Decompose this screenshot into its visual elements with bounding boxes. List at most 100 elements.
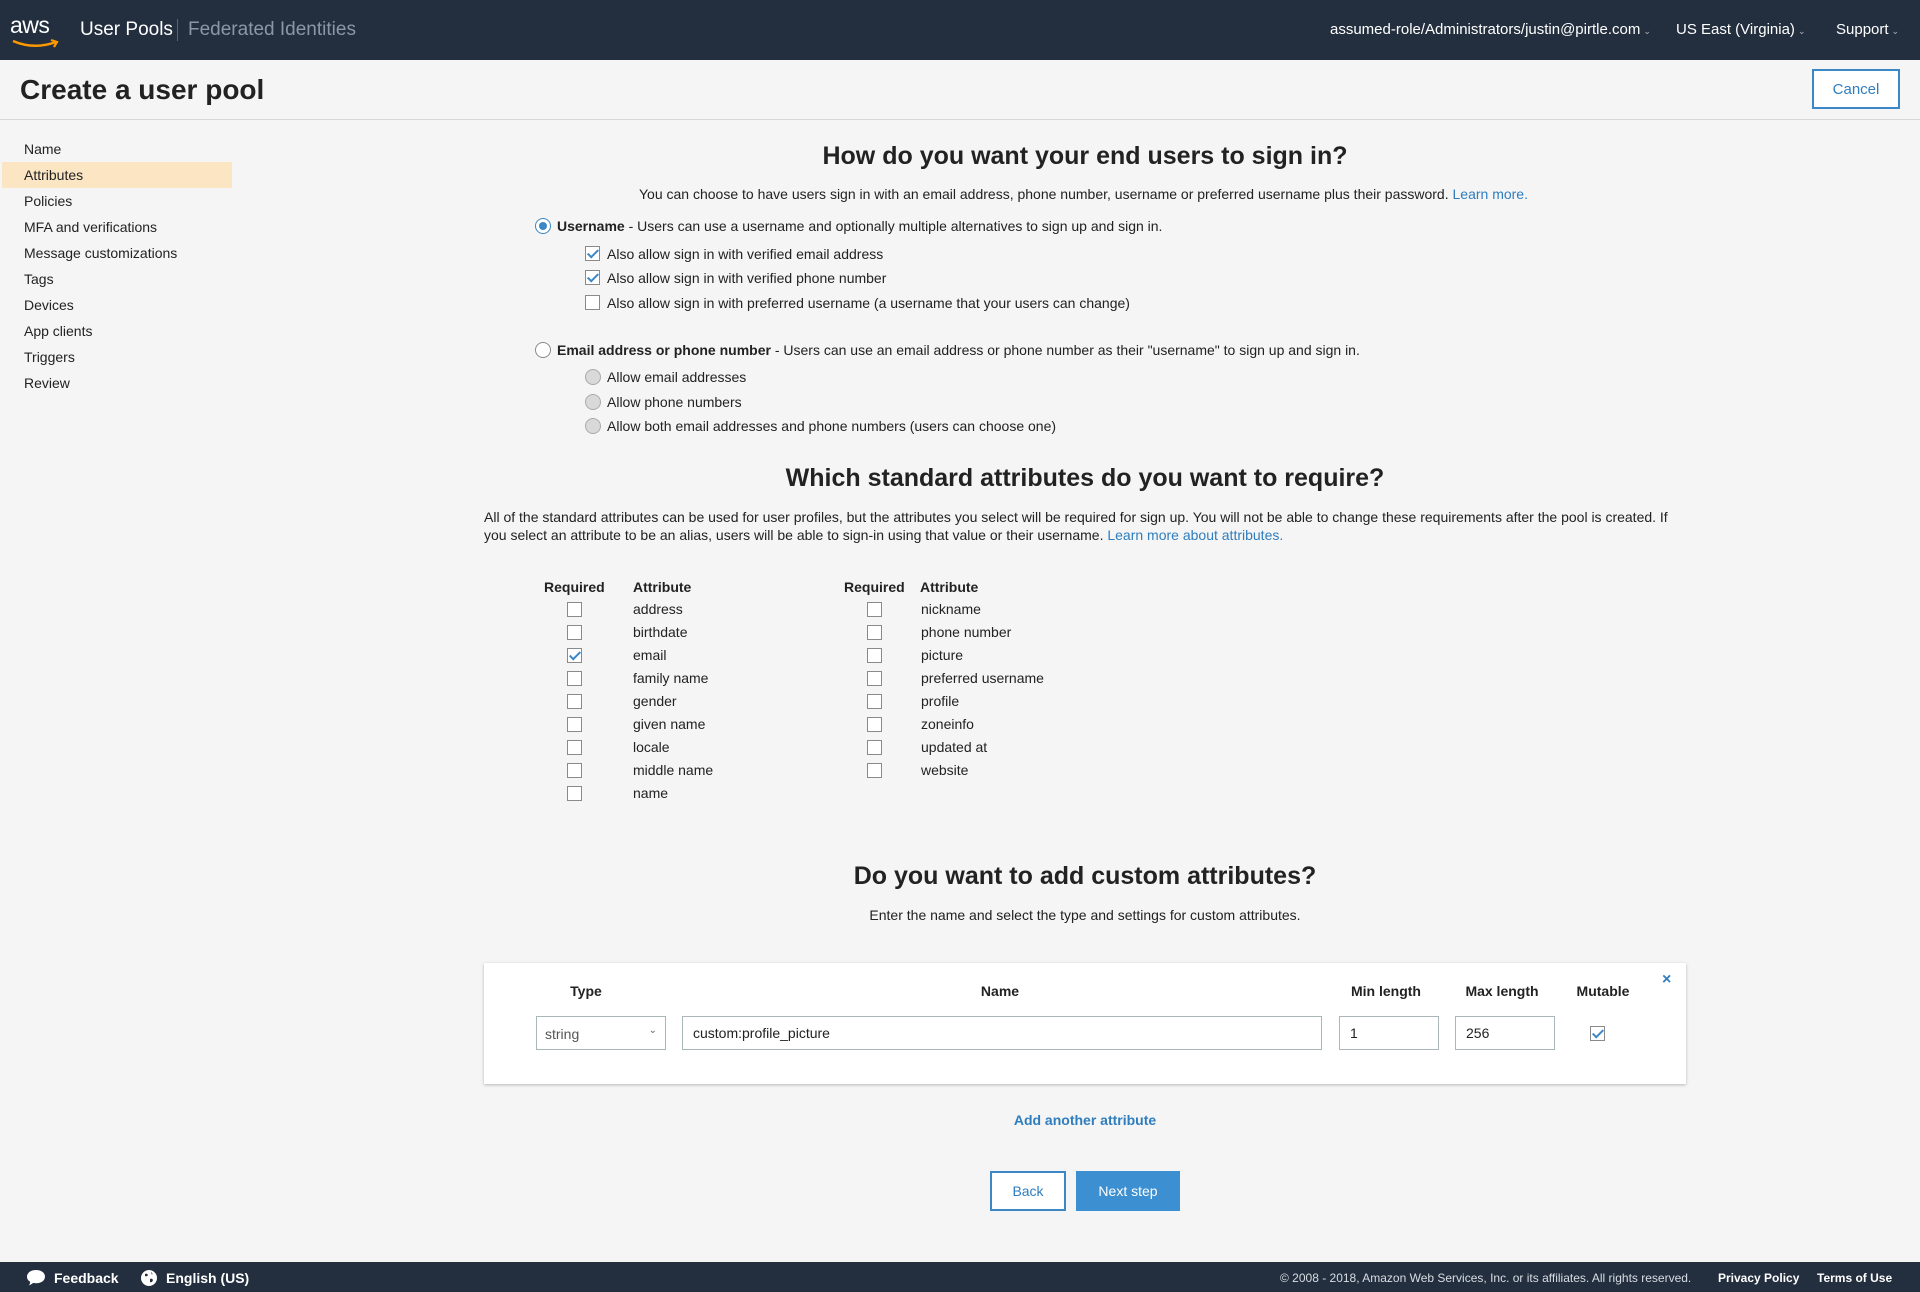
nav-user-pools[interactable]: User Pools xyxy=(80,19,173,41)
feedback-link[interactable]: Feedback xyxy=(54,1270,119,1286)
privacy-policy-link[interactable]: Privacy Policy xyxy=(1718,1271,1799,1285)
signin-description-text: You can choose to have users sign in wit… xyxy=(639,186,1449,202)
custom-attributes-description: Enter the name and select the type and s… xyxy=(869,907,1301,923)
allow-phone-numbers-label: Allow phone numbers xyxy=(607,394,742,410)
sidebar-item-name[interactable]: Name xyxy=(2,136,232,162)
sidebar-item-review[interactable]: Review xyxy=(2,370,232,396)
attribute-label: profile xyxy=(921,693,960,709)
allow-email-addresses-radio[interactable] xyxy=(585,369,601,385)
sidebar-item-policies[interactable]: Policies xyxy=(2,188,232,214)
sidebar-item-triggers[interactable]: Triggers xyxy=(2,344,232,370)
min-length-input[interactable] xyxy=(1339,1016,1439,1050)
standard-attributes-description: All of the standard attributes can be us… xyxy=(484,508,1694,544)
require-nickname-checkbox[interactable] xyxy=(867,602,882,617)
cancel-button[interactable]: Cancel xyxy=(1812,69,1900,109)
attribute-label: nickname xyxy=(921,601,981,617)
sidebar-item-mfa[interactable]: MFA and verifications xyxy=(2,214,232,240)
terms-of-use-link[interactable]: Terms of Use xyxy=(1817,1271,1892,1285)
allow-phone-checkbox[interactable] xyxy=(585,270,600,285)
sidebar-item-devices[interactable]: Devices xyxy=(2,292,232,318)
allow-preferred-username-checkbox[interactable] xyxy=(585,295,600,310)
add-another-attribute-link[interactable]: Add another attribute xyxy=(960,1112,1210,1128)
email-phone-radio[interactable] xyxy=(535,342,551,358)
attribute-label: preferred username xyxy=(921,670,1044,686)
left-attribute-header: Attribute xyxy=(633,579,692,595)
attribute-label: website xyxy=(921,762,969,778)
sidebar-item-tags[interactable]: Tags xyxy=(2,266,232,292)
type-column-header: Type xyxy=(570,983,602,999)
attribute-label: address xyxy=(633,601,683,617)
type-select[interactable]: string ⌄ xyxy=(536,1016,666,1050)
allow-both-radio[interactable] xyxy=(585,418,601,434)
require-middle-name-checkbox[interactable] xyxy=(567,763,582,778)
nav-divider xyxy=(177,19,178,41)
copyright-text: © 2008 - 2018, Amazon Web Services, Inc.… xyxy=(1280,1271,1692,1285)
require-address-checkbox[interactable] xyxy=(567,602,582,617)
language-selector[interactable]: English (US) xyxy=(166,1270,249,1286)
sidebar-item-app-clients[interactable]: App clients xyxy=(2,318,232,344)
footer: Feedback English (US) © 2008 - 2018, Ama… xyxy=(0,1262,1920,1292)
chevron-down-icon: ⌄ xyxy=(1643,26,1651,36)
account-menu[interactable]: assumed-role/Administrators/justin@pirtl… xyxy=(1330,21,1651,38)
globe-icon xyxy=(141,1270,157,1286)
require-preferred-username-checkbox[interactable] xyxy=(867,671,882,686)
require-profile-checkbox[interactable] xyxy=(867,694,882,709)
max-length-input[interactable] xyxy=(1455,1016,1555,1050)
require-email-checkbox[interactable] xyxy=(567,648,582,663)
require-locale-checkbox[interactable] xyxy=(567,740,582,755)
attribute-label: locale xyxy=(633,739,670,755)
page-title: Create a user pool xyxy=(20,74,265,105)
attributes-learn-more-link[interactable]: Learn more about attributes. xyxy=(1107,527,1283,543)
sidebar-item-messages[interactable]: Message customizations xyxy=(2,240,232,266)
min-length-column-header: Min length xyxy=(1351,983,1421,999)
require-given-name-checkbox[interactable] xyxy=(567,717,582,732)
nav-federated-identities[interactable]: Federated Identities xyxy=(188,19,356,41)
attribute-name-input[interactable] xyxy=(682,1016,1322,1050)
email-phone-option-title: Email address or phone number xyxy=(557,342,771,358)
allow-email-checkbox[interactable] xyxy=(585,246,600,261)
top-nav: aws User Pools Federated Identities assu… xyxy=(0,0,1920,60)
username-option-title: Username xyxy=(557,218,625,234)
attribute-label: phone number xyxy=(921,624,1012,640)
chevron-down-icon: ⌄ xyxy=(648,1025,657,1036)
require-family-name-checkbox[interactable] xyxy=(567,671,582,686)
email-phone-option-label: Email address or phone number - Users ca… xyxy=(557,342,1360,358)
require-gender-checkbox[interactable] xyxy=(567,694,582,709)
attribute-label: middle name xyxy=(633,762,714,778)
require-phone-number-checkbox[interactable] xyxy=(867,625,882,640)
attribute-label: zoneinfo xyxy=(921,716,974,732)
require-picture-checkbox[interactable] xyxy=(867,648,882,663)
sidebar-item-attributes[interactable]: Attributes xyxy=(2,162,232,188)
username-radio[interactable] xyxy=(535,218,551,234)
support-menu[interactable]: Support ⌄ xyxy=(1836,21,1899,38)
email-phone-option-desc: - Users can use an email address or phon… xyxy=(770,342,1360,358)
require-name-checkbox[interactable] xyxy=(567,786,582,801)
signin-learn-more-link[interactable]: Learn more. xyxy=(1453,186,1528,202)
require-zoneinfo-checkbox[interactable] xyxy=(867,717,882,732)
allow-preferred-username-label: Also allow sign in with preferred userna… xyxy=(607,295,1130,311)
region-menu[interactable]: US East (Virginia) ⌄ xyxy=(1676,21,1805,38)
right-attribute-header: Attribute xyxy=(920,579,979,595)
username-option-desc: - Users can use a username and optionall… xyxy=(624,218,1163,234)
attribute-label: updated at xyxy=(921,739,988,755)
left-required-header: Required xyxy=(544,579,605,595)
next-step-button[interactable]: Next step xyxy=(1076,1171,1180,1211)
require-website-checkbox[interactable] xyxy=(867,763,882,778)
allow-phone-label: Also allow sign in with verified phone n… xyxy=(607,270,887,286)
chevron-down-icon: ⌄ xyxy=(1891,26,1900,36)
require-updated-at-checkbox[interactable] xyxy=(867,740,882,755)
back-button[interactable]: Back xyxy=(990,1171,1066,1211)
attribute-label: name xyxy=(633,785,669,801)
aws-smile-icon xyxy=(12,38,59,48)
chevron-down-icon: ⌄ xyxy=(1797,26,1806,36)
username-option-label: Username - Users can use a username and … xyxy=(557,218,1162,234)
aws-logo[interactable]: aws xyxy=(10,14,62,52)
remove-attribute-icon[interactable]: × xyxy=(1662,971,1671,989)
allow-phone-numbers-radio[interactable] xyxy=(585,394,601,410)
signin-heading: How do you want your end users to sign i… xyxy=(822,142,1348,170)
attribute-label: picture xyxy=(921,647,964,663)
require-birthdate-checkbox[interactable] xyxy=(567,625,582,640)
mutable-checkbox[interactable] xyxy=(1590,1026,1605,1041)
right-required-header: Required xyxy=(844,579,905,595)
region-label: US East (Virginia) xyxy=(1676,21,1795,38)
